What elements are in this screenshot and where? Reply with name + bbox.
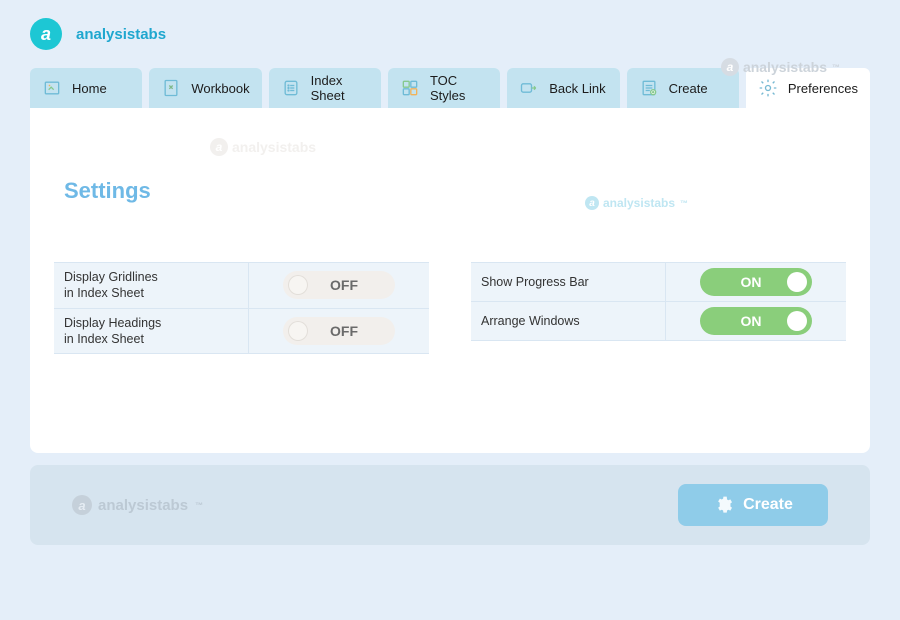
footer-brand: a analysistabs ™ [72,495,203,515]
toggle-state-text: ON [741,313,762,329]
toggle-arrange-windows[interactable]: ON [700,307,812,335]
footer-logo-icon: a [72,495,92,515]
toggle-progress-bar[interactable]: ON [700,268,812,296]
tab-toc-styles[interactable]: TOC Styles [388,68,500,108]
settings-column-left: Display Gridlines in Index Sheet OFF Dis… [54,262,429,354]
setting-label: Show Progress Bar [471,263,666,301]
content-panel: a analysistabs a analysistabs™ Settings … [30,108,870,453]
toggle-state-text: ON [741,274,762,290]
tab-label: Create [669,81,708,96]
watermark-text: analysistabs [232,139,316,155]
settings-grid: Display Gridlines in Index Sheet OFF Dis… [50,262,850,354]
setting-label: Arrange Windows [471,302,666,340]
setting-control: OFF [249,309,429,354]
setting-label: Display Headings in Index Sheet [54,309,249,354]
trademark-icon: ™ [680,199,688,208]
toggle-knob [288,275,308,295]
header: a analysistabs a analysistabs™ [0,0,900,60]
create-tab-icon [639,78,659,98]
watermark-icon: a [210,138,228,156]
tab-label: Preferences [788,81,858,96]
create-button[interactable]: Create [678,484,828,526]
gear-icon [713,495,733,515]
tab-label: Back Link [549,81,605,96]
brand-text: analysistabs [76,26,166,43]
toggle-headings[interactable]: OFF [283,317,395,345]
watermark-text: analysistabs [603,196,675,210]
toggle-knob [787,311,807,331]
setting-row-headings: Display Headings in Index Sheet OFF [54,308,429,355]
index-sheet-icon [281,78,301,98]
tab-workbook[interactable]: Workbook [149,68,261,108]
trademark-icon: ™ [195,501,203,510]
watermark-text: analysistabs [743,59,827,75]
setting-row-gridlines: Display Gridlines in Index Sheet OFF [54,262,429,308]
settings-column-right: Show Progress Bar ON Arrange Windows ON [471,262,846,354]
footer: a analysistabs ™ Create [30,465,870,545]
watermark-brand: a analysistabs ™ [721,58,840,76]
toggle-gridlines[interactable]: OFF [283,271,395,299]
back-link-icon [519,78,539,98]
tab-index-sheet[interactable]: Index Sheet [269,68,381,108]
trademark-icon: ™ [832,63,840,72]
gear-icon [758,78,778,98]
toggle-knob [787,272,807,292]
content-watermark-small: a analysistabs ™ [585,196,688,210]
setting-label: Display Gridlines in Index Sheet [54,263,249,308]
tab-label: Index Sheet [311,73,369,103]
toc-styles-icon [400,78,420,98]
watermark-icon: a [721,58,739,76]
toggle-state-text: OFF [330,277,358,293]
create-button-label: Create [743,496,793,514]
home-icon [42,78,62,98]
toggle-knob [288,321,308,341]
content-watermark: a analysistabs [210,138,316,156]
section-title: Settings [64,178,850,204]
setting-control: ON [666,302,846,340]
workbook-icon [161,78,181,98]
tab-label: Workbook [191,81,249,96]
tab-home[interactable]: Home [30,68,142,108]
toggle-state-text: OFF [330,323,358,339]
setting-control: ON [666,263,846,301]
setting-row-progress: Show Progress Bar ON [471,262,846,301]
footer-brand-text: analysistabs [98,497,188,514]
logo-icon: a [30,18,62,50]
setting-control: OFF [249,263,429,308]
tab-label: TOC Styles [430,73,488,103]
watermark-icon: a [585,196,599,210]
setting-row-arrange: Arrange Windows ON [471,301,846,341]
tab-back-link[interactable]: Back Link [507,68,619,108]
tab-label: Home [72,81,107,96]
